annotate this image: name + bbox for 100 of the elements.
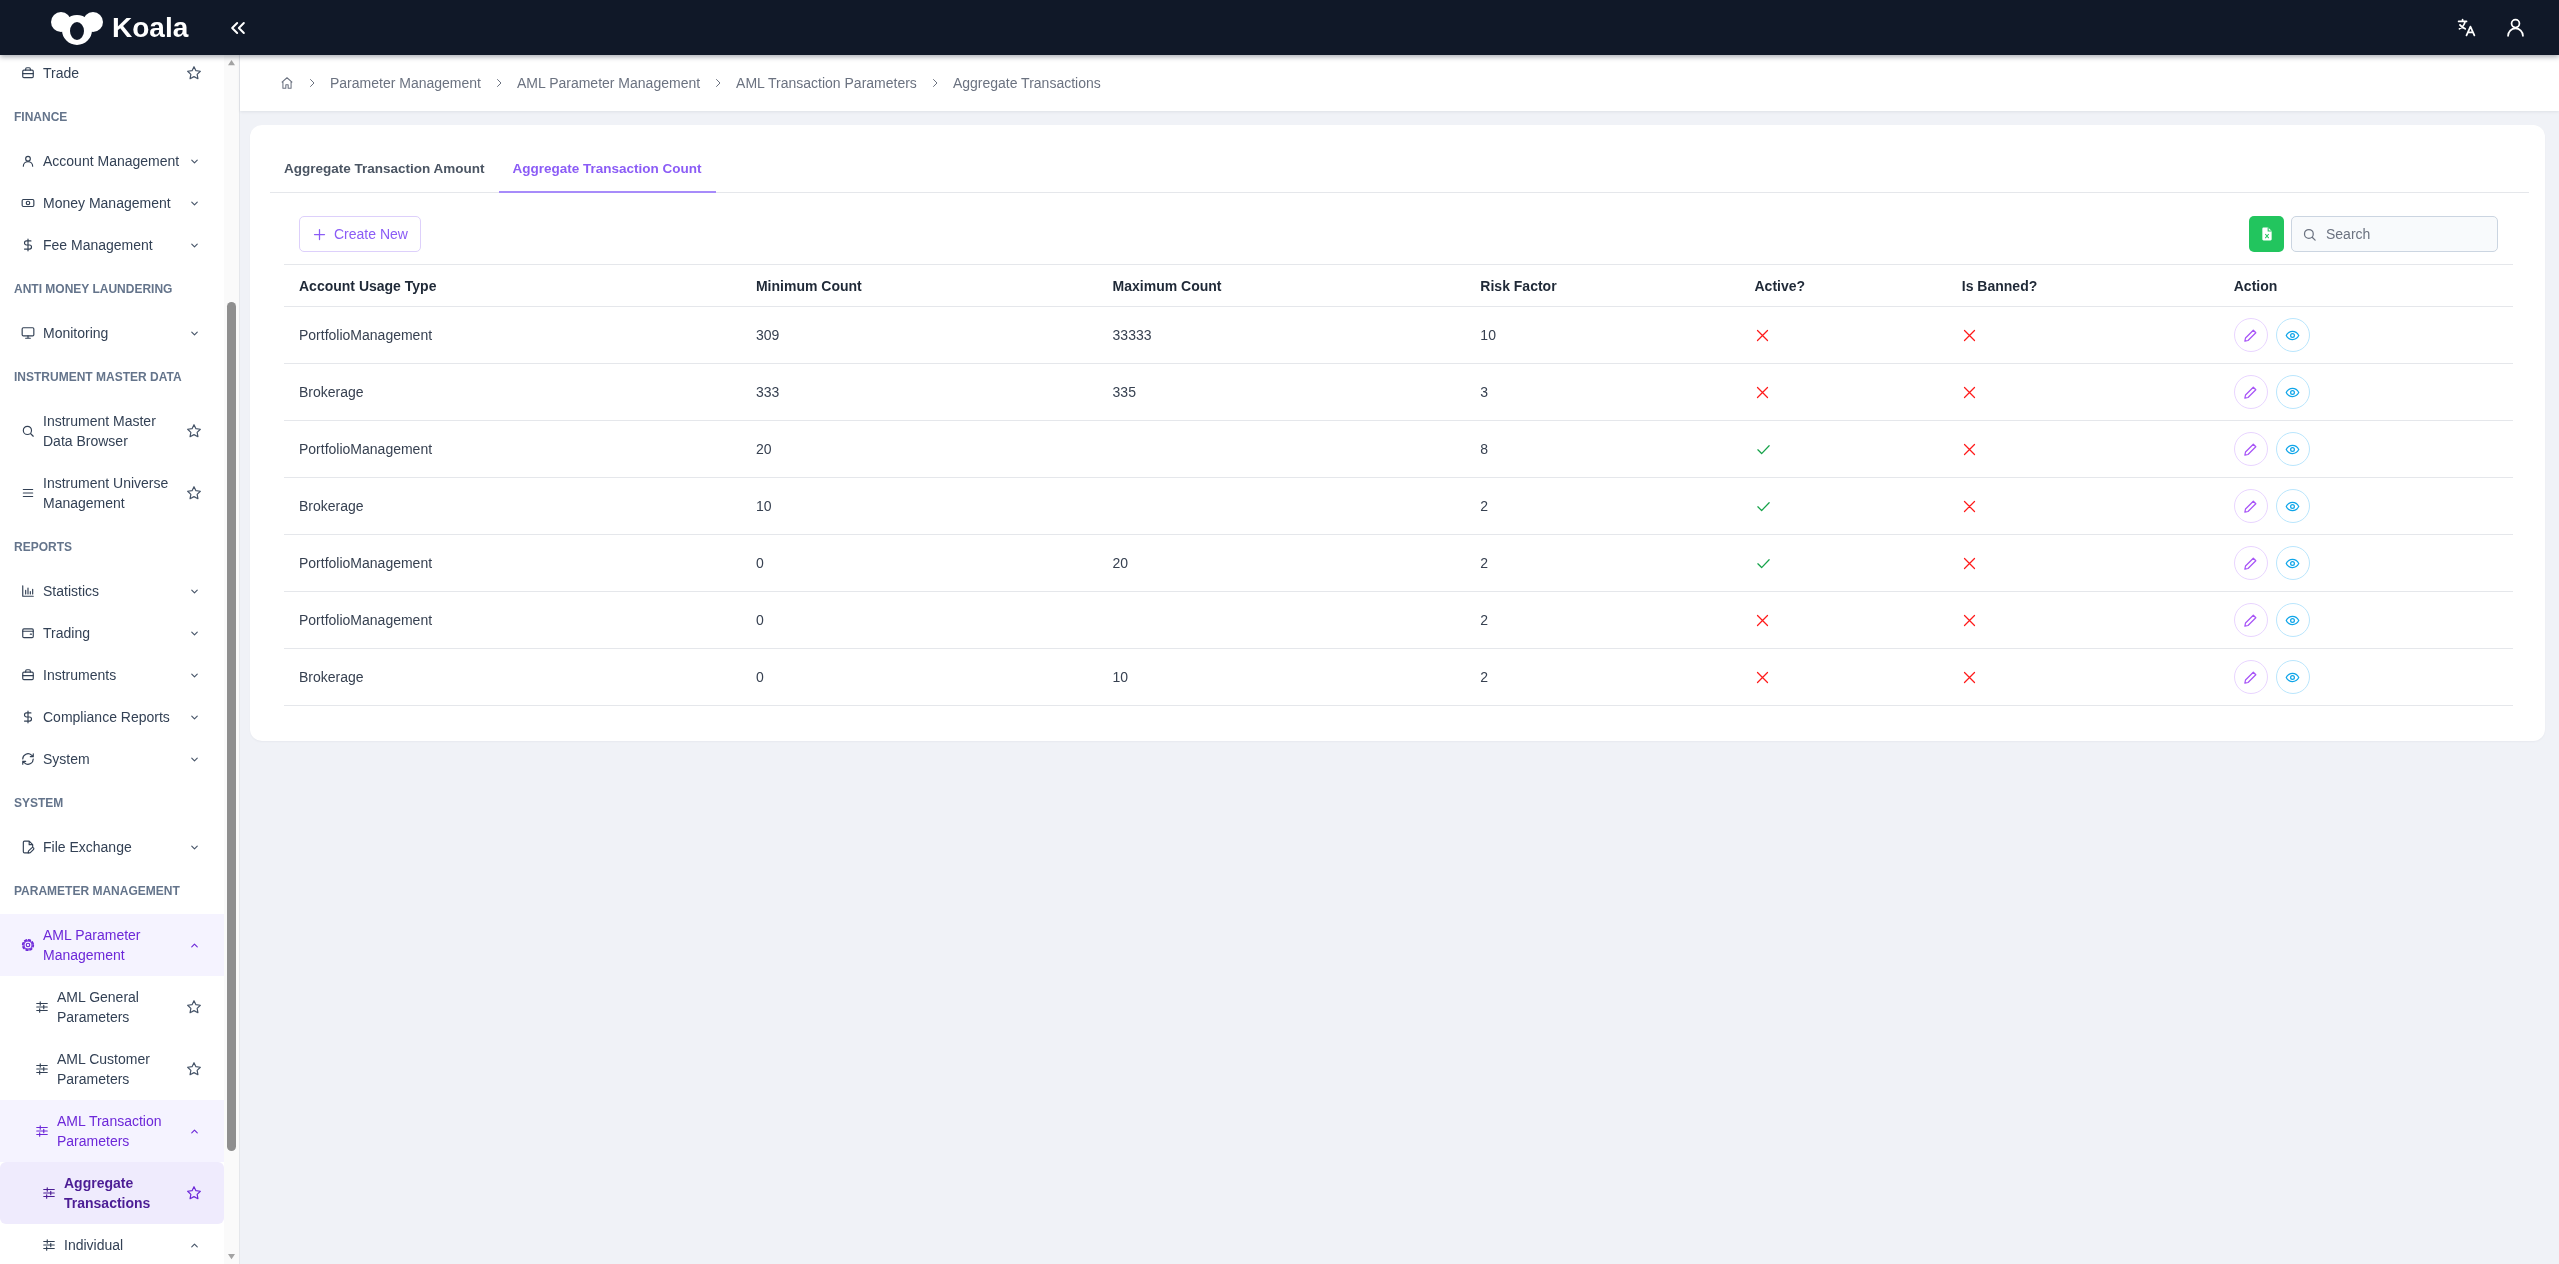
sidebar-section-heading: REPORTS <box>13 539 73 556</box>
plus-icon <box>312 226 327 242</box>
user-icon[interactable] <box>2505 17 2526 38</box>
scroll-up-arrow-icon[interactable] <box>227 59 236 66</box>
column-header: Maximum Count <box>1097 264 1466 307</box>
sidebar-section-heading: ANTI MONEY LAUNDERING <box>13 281 174 298</box>
table-cell: 10 <box>1097 648 1466 706</box>
table-cell: 20 <box>740 420 1098 478</box>
pencil-icon <box>2243 669 2259 685</box>
star-icon[interactable] <box>186 1185 202 1201</box>
sidebar-item[interactable]: Account Management <box>0 140 224 182</box>
translate-icon[interactable] <box>2456 17 2477 38</box>
pencil-icon <box>2243 441 2259 457</box>
pencil-icon <box>2243 555 2259 571</box>
table-cell: PortfolioManagement <box>284 420 741 478</box>
sidebar-item[interactable]: AML Customer Parameters <box>0 1038 224 1100</box>
view-button[interactable] <box>2275 375 2310 409</box>
sidebar-item[interactable]: Instrument Universe Management <box>0 462 224 524</box>
sidebar-item[interactable]: AML General Parameters <box>0 976 224 1038</box>
column-header: Active? <box>1739 264 1947 307</box>
edit-button[interactable] <box>2233 432 2268 466</box>
edit-button[interactable] <box>2233 375 2268 409</box>
pencil-icon <box>2243 498 2259 514</box>
file-pen-icon <box>21 840 35 854</box>
tab[interactable]: Aggregate Transaction Count <box>498 145 716 193</box>
sliders-icon <box>42 1186 56 1200</box>
sliders-icon <box>42 1238 56 1252</box>
sidebar-item[interactable]: Money Management <box>0 182 224 224</box>
edit-button[interactable] <box>2233 546 2268 580</box>
column-header: Action <box>2218 264 2513 307</box>
sidebar-item[interactable]: Instruments <box>0 654 224 696</box>
table-cell: PortfolioManagement <box>284 306 741 364</box>
spreadsheet-file-icon <box>2260 227 2273 241</box>
create-new-button[interactable]: Create New <box>299 216 421 252</box>
table-cell: 2 <box>1465 477 1740 535</box>
banknote-icon <box>21 196 35 210</box>
refresh-icon <box>21 752 35 766</box>
sidebar-item[interactable]: Fee Management <box>0 224 224 266</box>
sliders-icon <box>35 1062 49 1076</box>
bar-chart-icon <box>21 584 35 598</box>
table-cell: 8 <box>1465 420 1740 478</box>
sidebar-section-heading: INSTRUMENT MASTER DATA <box>13 369 183 386</box>
table-cell: 335 <box>1097 363 1466 421</box>
briefcase-icon <box>21 668 35 682</box>
breadcrumb-link[interactable]: AML Transaction Parameters <box>736 75 917 91</box>
export-button[interactable] <box>2249 216 2284 252</box>
star-icon[interactable] <box>186 65 202 81</box>
sidebar-item[interactable]: AML Transaction Parameters <box>0 1100 224 1162</box>
sidebar-item[interactable]: Aggregate Transactions <box>0 1162 224 1224</box>
search-icon <box>21 424 35 438</box>
view-button[interactable] <box>2275 546 2310 580</box>
table-cell: 10 <box>1465 306 1740 364</box>
sidebar-item[interactable]: System <box>0 738 224 780</box>
view-button[interactable] <box>2275 489 2310 523</box>
sidebar-item[interactable]: Compliance Reports <box>0 696 224 738</box>
edit-button[interactable] <box>2233 660 2268 694</box>
breadcrumb-current: Aggregate Transactions <box>952 75 1101 91</box>
search-icon <box>2302 227 2317 242</box>
edit-button[interactable] <box>2233 318 2268 352</box>
star-icon[interactable] <box>186 1061 202 1077</box>
table-cell: 2 <box>1465 534 1740 592</box>
sidebar-item[interactable]: Trade <box>0 55 224 94</box>
view-button[interactable] <box>2275 432 2310 466</box>
sidebar-item[interactable]: Trading <box>0 612 224 654</box>
sidebar-item[interactable]: AML Parameter Management <box>0 914 224 976</box>
column-header: Account Usage Type <box>284 264 741 307</box>
sidebar-item[interactable]: Monitoring <box>0 312 224 354</box>
sidebar-section-heading: PARAMETER MANAGEMENT <box>13 883 181 900</box>
dollar-icon <box>21 238 35 252</box>
view-button[interactable] <box>2275 660 2310 694</box>
table-cell: 20 <box>1097 534 1466 592</box>
tab[interactable]: Aggregate Transaction Amount <box>270 145 499 193</box>
star-icon[interactable] <box>186 423 202 439</box>
logo-text: Koala <box>112 10 189 45</box>
home-icon[interactable] <box>280 76 294 90</box>
wallet-icon <box>21 626 35 640</box>
table-cell: 2 <box>1465 591 1740 649</box>
dollar-icon <box>21 710 35 724</box>
star-icon[interactable] <box>186 999 202 1015</box>
table-cell: Brokerage <box>284 363 741 421</box>
star-icon[interactable] <box>186 485 202 501</box>
sidebar-item[interactable]: File Exchange <box>0 826 224 868</box>
table-cell: 309 <box>740 306 1098 364</box>
table-cell: 2 <box>1465 648 1740 706</box>
breadcrumb-link[interactable]: Parameter Management <box>330 75 481 91</box>
edit-button[interactable] <box>2233 489 2268 523</box>
table-cell: 10 <box>740 477 1098 535</box>
search-field[interactable]: Search <box>2291 216 2498 252</box>
sidebar-item[interactable]: Statistics <box>0 570 224 612</box>
scrollbar-thumb[interactable] <box>227 302 236 1151</box>
view-button[interactable] <box>2275 603 2310 637</box>
column-header: Is Banned? <box>1946 264 2219 307</box>
user-icon <box>21 154 35 168</box>
monitor-icon <box>21 326 35 340</box>
sidebar-item[interactable]: Individual <box>0 1224 224 1264</box>
view-button[interactable] <box>2275 318 2310 352</box>
scroll-down-arrow-icon[interactable] <box>227 1253 236 1260</box>
sidebar-item[interactable]: Instrument Master Data Browser <box>0 400 224 462</box>
breadcrumb-link[interactable]: AML Parameter Management <box>516 75 701 91</box>
edit-button[interactable] <box>2233 603 2268 637</box>
